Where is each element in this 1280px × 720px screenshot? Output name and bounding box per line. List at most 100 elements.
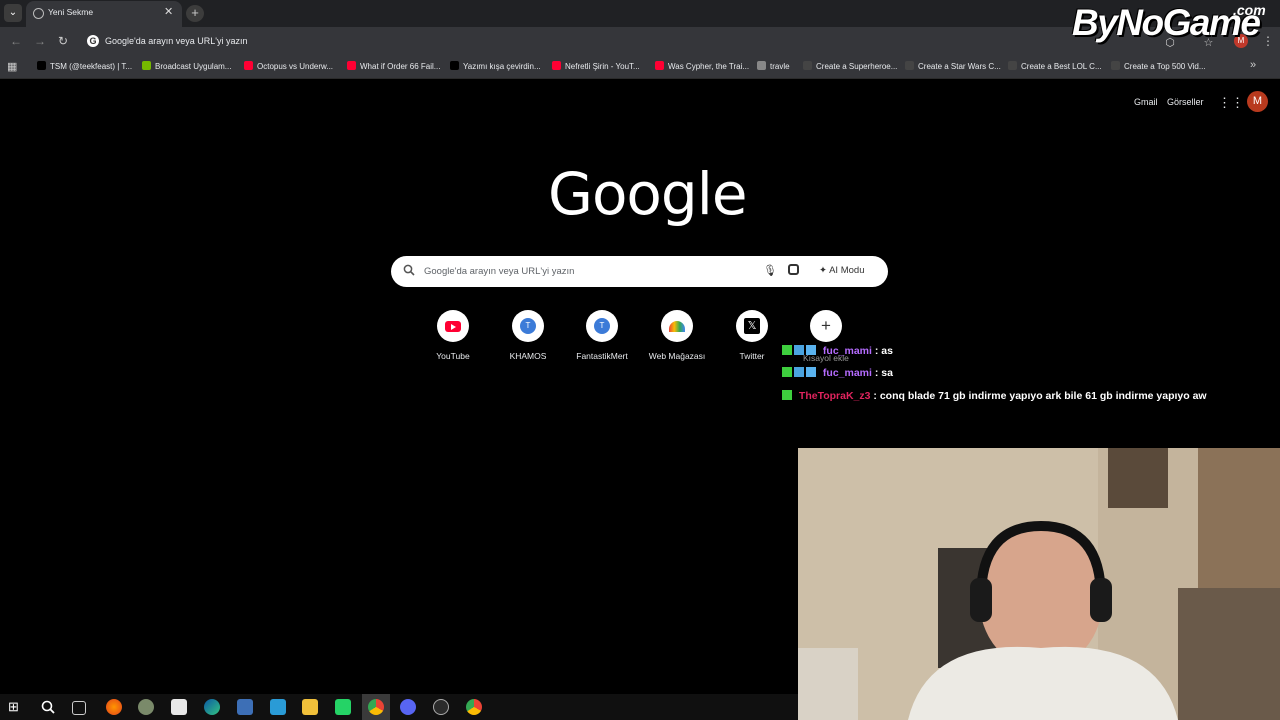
google-apps-icon[interactable]: ⋮⋮⋮: [1218, 95, 1257, 110]
bookmark-favicon-icon: [142, 61, 151, 70]
task-view-icon[interactable]: [72, 701, 86, 715]
back-icon[interactable]: ←: [10, 34, 22, 48]
bookmark-label: Create a Star Wars C...: [918, 62, 1001, 71]
letter-t-icon: T: [594, 318, 610, 334]
shortcut-icon-circle: T: [586, 310, 618, 342]
discord-icon[interactable]: [400, 699, 416, 715]
new-tab-button[interactable]: +: [186, 5, 204, 22]
shortcut-web-store[interactable]: Web Mağazası: [642, 310, 712, 361]
bookmark-label: Octopus vs Underw...: [257, 62, 334, 71]
bookmark-favicon-icon: [37, 61, 46, 70]
bookmark-item[interactable]: Create a Best LOL C...: [1008, 61, 1102, 71]
bookmark-item[interactable]: Was Cypher, the Trai...: [655, 61, 749, 71]
webcam-feed: [798, 448, 1280, 720]
bookmark-item[interactable]: Create a Superheroe...: [803, 61, 897, 71]
chat-message: TheTopraK_z3 : conq blade 71 gb indirme …: [782, 390, 1207, 402]
plus-icon: +: [821, 316, 831, 335]
webcam-image: [798, 448, 1280, 720]
google-logo: Google: [548, 160, 748, 228]
account-avatar[interactable]: M: [1247, 91, 1268, 112]
firefox-icon[interactable]: [106, 699, 122, 715]
bookmark-label: Create a Top 500 Vid...: [1124, 62, 1206, 71]
chat-message: fuc_mami : as: [782, 345, 893, 357]
ai-mode-button[interactable]: ✦ AI Modu: [819, 265, 864, 276]
sub-badge-icon: [794, 367, 804, 377]
chat-username: fuc_mami: [822, 345, 872, 357]
shortcut-icon-circle: 𝕏: [736, 310, 768, 342]
search-box[interactable]: Google'da arayın veya URL'yi yazın 🎙 ✦ A…: [391, 256, 888, 287]
shortcut-label: FantastikMert: [576, 351, 628, 361]
letter-t-icon: T: [520, 318, 536, 334]
tab-new-tab[interactable]: Yeni Sekme ✕: [26, 1, 182, 27]
file-explorer-icon[interactable]: [302, 699, 318, 715]
tab-search-button[interactable]: ⌄: [4, 4, 22, 22]
store-icon[interactable]: [171, 699, 187, 715]
bookmark-item[interactable]: Yazımı kışa çevirdin...: [450, 61, 541, 71]
bookmark-item[interactable]: What if Order 66 Fail...: [347, 61, 440, 71]
address-bar[interactable]: Google'da arayın veya URL'yi yazın: [105, 36, 248, 46]
bookmark-label: Create a Best LOL C...: [1021, 62, 1102, 71]
gmail-link[interactable]: Gmail: [1134, 97, 1158, 107]
shortcut-icon-circle: +: [810, 310, 842, 342]
bookmark-item[interactable]: Create a Star Wars C...: [905, 61, 1001, 71]
watermark-logo: ByNoGame: [1072, 2, 1261, 43]
reload-icon[interactable]: ↻: [58, 34, 68, 48]
shortcut-label: Twitter: [739, 351, 765, 361]
bookmark-label: Was Cypher, the Trai...: [668, 62, 750, 71]
chat-text: : conq blade 71 gb indirme yapıyo ark bi…: [873, 390, 1207, 402]
microphone-icon[interactable]: 🎙: [763, 264, 777, 277]
app-icon[interactable]: [270, 699, 286, 715]
chat-text: : as: [874, 345, 893, 357]
sub-badge-icon: [794, 345, 804, 355]
search-icon[interactable]: [40, 699, 56, 715]
bookmark-item[interactable]: Broadcast Uygulam...: [142, 61, 231, 71]
close-tab-icon[interactable]: ✕: [164, 5, 173, 18]
shortcut-icon-circle: [661, 310, 693, 342]
badge-icon: [806, 367, 816, 377]
shortcut-twitter[interactable]: 𝕏 Twitter: [717, 310, 787, 361]
shortcut-khamos[interactable]: T KHAMOS: [493, 310, 563, 361]
bookmark-item[interactable]: TSM (@teekfeast) | T...: [37, 61, 132, 71]
app-icon[interactable]: [138, 699, 154, 715]
bookmark-item[interactable]: Create a Top 500 Vid...: [1111, 61, 1206, 71]
app-icon[interactable]: [433, 699, 449, 715]
bookmark-favicon-icon: [450, 61, 459, 70]
chrome-web-store-icon: [669, 320, 685, 332]
chat-username: fuc_mami: [822, 367, 872, 379]
bookmark-item[interactable]: Octopus vs Underw...: [244, 61, 333, 71]
menu-kebab-icon[interactable]: ⋮: [1262, 34, 1274, 48]
images-link[interactable]: Görseller: [1167, 97, 1204, 107]
bookmark-label: Broadcast Uygulam...: [155, 62, 232, 71]
bookmark-label: Create a Superheroe...: [816, 62, 898, 71]
bookmark-item[interactable]: travle: [757, 61, 790, 71]
bookmark-favicon-icon: [757, 61, 766, 70]
bookmark-favicon-icon: [244, 61, 253, 70]
shortcut-label: KHAMOS: [509, 351, 547, 361]
shortcut-icon-circle: [437, 310, 469, 342]
bookmark-favicon-icon: [905, 61, 914, 70]
shortcut-fantastikmert[interactable]: T FantastikMert: [567, 310, 637, 361]
chat-message: fuc_mami : sa: [782, 367, 893, 379]
shortcut-youtube[interactable]: YouTube: [418, 310, 488, 361]
kick-badge-icon: [782, 345, 792, 355]
apps-icon[interactable]: ▦: [7, 60, 19, 73]
app-icon[interactable]: [237, 699, 253, 715]
forward-icon[interactable]: →: [34, 34, 46, 48]
bookmark-label: Yazımı kışa çevirdin...: [463, 62, 541, 71]
taskbar: ⊞: [0, 694, 798, 720]
more-bookmarks-icon[interactable]: »: [1250, 59, 1256, 71]
shortcut-add[interactable]: +: [791, 310, 861, 342]
windows-start-icon[interactable]: ⊞: [8, 699, 24, 715]
bookmark-favicon-icon: [347, 61, 356, 70]
edge-icon[interactable]: [204, 699, 220, 715]
google-g-icon: G: [87, 35, 99, 47]
watermark-tld: .com: [1233, 2, 1266, 18]
chrome-icon[interactable]: [466, 699, 482, 715]
bookmark-favicon-icon: [1111, 61, 1120, 70]
x-icon: 𝕏: [744, 318, 760, 334]
bookmark-item[interactable]: Nefretli Şirin - YouT...: [552, 61, 640, 71]
search-input[interactable]: Google'da arayın veya URL'yi yazın: [424, 266, 574, 277]
chrome-icon[interactable]: [368, 699, 384, 715]
lens-icon[interactable]: [788, 264, 799, 275]
whatsapp-icon[interactable]: [335, 699, 351, 715]
